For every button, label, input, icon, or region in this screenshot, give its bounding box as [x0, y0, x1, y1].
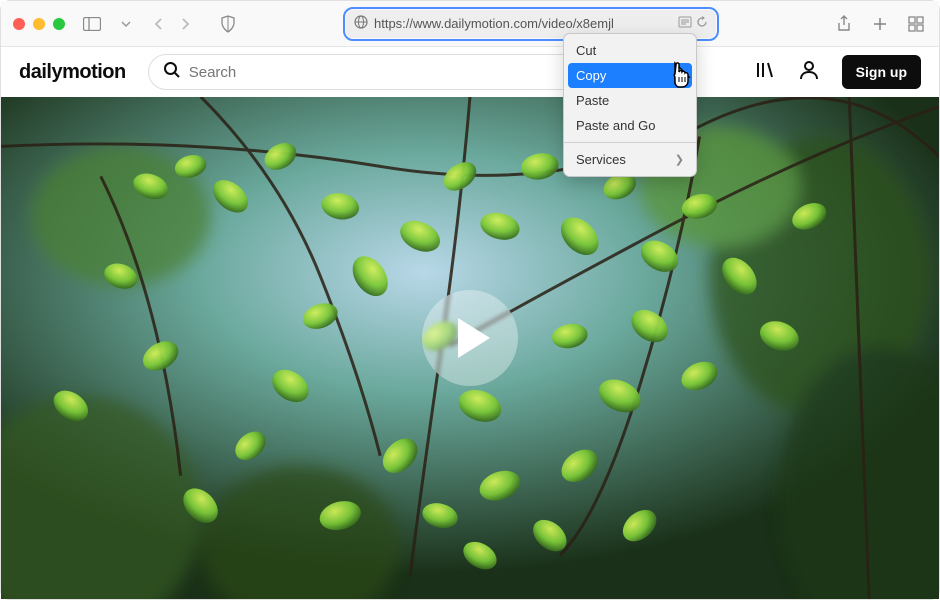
context-menu-services[interactable]: Services ❯ [564, 147, 696, 172]
site-header: dailymotion Sign up [1, 47, 939, 97]
context-menu-copy[interactable]: Copy [568, 63, 692, 88]
video-player[interactable] [1, 97, 939, 599]
reader-icon[interactable] [678, 16, 692, 31]
back-button[interactable] [147, 13, 171, 35]
signup-button[interactable]: Sign up [842, 55, 921, 89]
library-icon[interactable] [754, 59, 776, 86]
chevron-down-icon[interactable] [115, 13, 137, 35]
share-icon[interactable] [833, 13, 855, 35]
context-menu-cut[interactable]: Cut [564, 38, 696, 63]
chevron-right-icon: ❯ [675, 153, 684, 166]
play-button[interactable] [422, 290, 518, 386]
maximize-window-button[interactable] [53, 18, 65, 30]
close-window-button[interactable] [13, 18, 25, 30]
refresh-icon[interactable] [696, 16, 708, 31]
forward-button[interactable] [173, 13, 197, 35]
new-tab-icon[interactable] [869, 13, 891, 35]
globe-icon [354, 15, 368, 32]
context-menu: Cut Copy Paste Paste and Go Services ❯ [563, 33, 697, 177]
search-icon [163, 61, 181, 84]
sidebar-toggle-icon[interactable] [81, 13, 103, 35]
dailymotion-logo[interactable]: dailymotion [19, 61, 126, 84]
context-menu-paste-and-go[interactable]: Paste and Go [564, 113, 696, 138]
account-icon[interactable] [798, 59, 820, 86]
play-icon [458, 318, 490, 358]
browser-toolbar: https://www.dailymotion.com/video/x8emjl [1, 1, 939, 47]
minimize-window-button[interactable] [33, 18, 45, 30]
tabs-overview-icon[interactable] [905, 13, 927, 35]
menu-separator [564, 142, 696, 143]
privacy-shield-icon[interactable] [217, 13, 239, 35]
context-menu-paste[interactable]: Paste [564, 88, 696, 113]
window-controls [13, 18, 65, 30]
url-text: https://www.dailymotion.com/video/x8emjl [374, 16, 678, 31]
